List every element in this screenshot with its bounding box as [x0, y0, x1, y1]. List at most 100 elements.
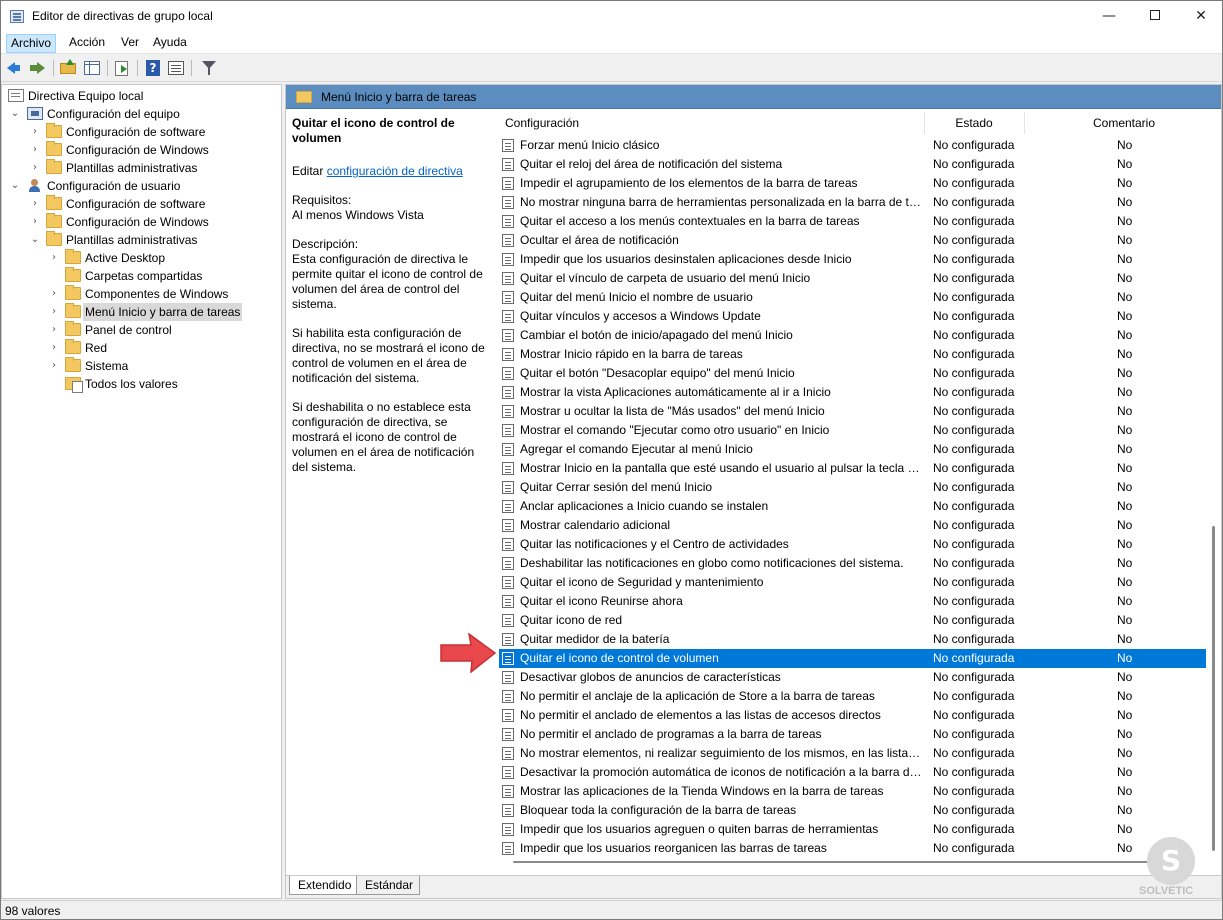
setting-comment: No — [1117, 214, 1133, 228]
scroll-thumb[interactable] — [513, 861, 1193, 863]
forward-button[interactable] — [28, 58, 48, 78]
tree-item-all-settings[interactable]: Todos los valores — [2, 375, 281, 393]
table-row[interactable]: Mostrar u ocultar la lista de "Más usado… — [499, 402, 1206, 421]
chevron-down-icon[interactable]: ⌄ — [30, 231, 40, 249]
edit-policy-link[interactable]: configuración de directiva — [327, 164, 463, 178]
table-row[interactable]: Desactivar globos de anuncios de caracte… — [499, 668, 1206, 687]
chevron-right-icon[interactable]: › — [30, 159, 40, 177]
table-row[interactable]: Quitar el icono de Seguridad y mantenimi… — [499, 573, 1206, 592]
table-row[interactable]: Agregar el comando Ejecutar al menú Inic… — [499, 440, 1206, 459]
table-row[interactable]: Mostrar la vista Aplicaciones automática… — [499, 383, 1206, 402]
table-row[interactable]: Impedir que los usuarios agreguen o quit… — [499, 820, 1206, 839]
table-row[interactable]: Ocultar el área de notificación No config… — [499, 231, 1206, 250]
tab-estandar[interactable]: Estándar — [356, 876, 421, 895]
tree-item-user-software[interactable]: › Configuración de software — [2, 195, 281, 213]
tree-item-active-desktop[interactable]: › Active Desktop — [2, 249, 281, 267]
table-row[interactable]: Quitar vínculos y accesos a Windows Upda… — [499, 307, 1206, 326]
table-row[interactable]: Quitar las notificaciones y el Centro de… — [499, 535, 1206, 554]
table-row[interactable]: No permitir el anclado de programas a la… — [499, 725, 1206, 744]
help-button[interactable]: ? — [143, 58, 163, 78]
chevron-right-icon[interactable]: › — [30, 123, 40, 141]
menu-ayuda[interactable]: Ayuda — [149, 34, 191, 53]
chevron-right-icon[interactable]: › — [49, 285, 59, 303]
table-row[interactable]: Desactivar la promoción automática de ic… — [499, 763, 1206, 782]
tree-item-computer-windows[interactable]: › Configuración de Windows — [2, 141, 281, 159]
properties-button[interactable] — [166, 58, 186, 78]
table-row[interactable]: Anclar aplicaciones a Inicio cuando se i… — [499, 497, 1206, 516]
table-row[interactable]: Cambiar el botón de inicio/apagado del m… — [499, 326, 1206, 345]
chevron-right-icon[interactable]: › — [30, 213, 40, 231]
table-row[interactable]: Quitar icono de red No configurada No — [499, 611, 1206, 630]
tree-item-windows-components[interactable]: › Componentes de Windows — [2, 285, 281, 303]
table-row[interactable]: Impedir el agrupamiento de los elementos… — [499, 174, 1206, 193]
table-row[interactable]: No permitir el anclado de elementos a la… — [499, 706, 1206, 725]
tree-item-computer-config[interactable]: ⌄ Configuración del equipo — [2, 105, 281, 123]
menu-archivo[interactable]: Archivo — [6, 34, 57, 53]
maximize-button[interactable] — [1132, 1, 1178, 32]
chevron-right-icon[interactable]: › — [49, 357, 59, 375]
setting-comment: No — [1117, 404, 1133, 418]
table-row[interactable]: Deshabilitar las notificaciones en globo… — [499, 554, 1206, 573]
table-row[interactable]: Quitar el icono Reunirse ahora No configu… — [499, 592, 1206, 611]
toolbar-separator — [191, 60, 192, 76]
table-row[interactable]: Mostrar Inicio en la pantalla que esté u… — [499, 459, 1206, 478]
policy-setting-icon — [502, 310, 514, 323]
table-row[interactable]: Mostrar el comando "Ejecutar como otro u… — [499, 421, 1206, 440]
chevron-right-icon[interactable]: › — [49, 339, 59, 357]
tree-item-label: Configuración de Windows — [66, 143, 209, 157]
tree-item-system[interactable]: › Sistema — [2, 357, 281, 375]
tree-item-label: Configuración de software — [66, 125, 206, 139]
tree-item-computer-admin-templates[interactable]: › Plantillas administrativas — [2, 159, 281, 177]
table-row[interactable]: Mostrar las aplicaciones de la Tienda Wi… — [499, 782, 1206, 801]
chevron-down-icon[interactable]: ⌄ — [10, 177, 20, 195]
table-row[interactable]: Bloquear toda la configuración de la bar… — [499, 801, 1206, 820]
tree-item-root[interactable]: Directiva Equipo local — [2, 87, 281, 105]
chevron-down-icon[interactable]: ⌄ — [10, 105, 20, 123]
table-row[interactable]: Quitar el reloj del área de notificación… — [499, 155, 1206, 174]
tree-item-user-windows[interactable]: › Configuración de Windows — [2, 213, 281, 231]
table-row[interactable]: Quitar el icono de control de volumen No … — [499, 649, 1206, 668]
tab-extendido[interactable]: Extendido — [289, 876, 359, 895]
column-header-estado[interactable]: Estado — [924, 110, 1024, 136]
policy-setting-icon — [502, 652, 514, 665]
tree-item-user-config[interactable]: ⌄ Configuración de usuario — [2, 177, 281, 195]
chevron-right-icon[interactable]: › — [49, 249, 59, 267]
tree-item-start-menu-taskbar[interactable]: › Menú Inicio y barra de tareas — [2, 303, 281, 321]
menu-ver[interactable]: Ver — [117, 34, 143, 53]
table-row[interactable]: Quitar el acceso a los menús contextuale… — [499, 212, 1206, 231]
vertical-scrollbar[interactable] — [1207, 110, 1221, 855]
show-hide-tree-button[interactable] — [82, 58, 102, 78]
column-header-configuracion[interactable]: Configuración — [499, 110, 924, 136]
table-row[interactable]: Quitar el botón "Desacoplar equipo" del … — [499, 364, 1206, 383]
back-button[interactable] — [5, 58, 25, 78]
table-row[interactable]: No mostrar ninguna barra de herramientas… — [499, 193, 1206, 212]
table-row[interactable]: Forzar menú Inicio clásico No configurada… — [499, 136, 1206, 155]
export-list-button[interactable] — [112, 58, 132, 78]
table-row[interactable]: Mostrar Inicio rápido en la barra de tar… — [499, 345, 1206, 364]
table-row[interactable]: No mostrar elementos, ni realizar seguim… — [499, 744, 1206, 763]
tree-item-computer-software[interactable]: › Configuración de software — [2, 123, 281, 141]
menu-accion[interactable]: Acción — [65, 34, 109, 53]
chevron-right-icon[interactable]: › — [30, 195, 40, 213]
table-row[interactable]: Quitar Cerrar sesión del menú Inicio No c… — [499, 478, 1206, 497]
chevron-right-icon[interactable]: › — [49, 303, 59, 321]
tree-item-control-panel[interactable]: › Panel de control — [2, 321, 281, 339]
filter-button[interactable] — [199, 58, 219, 78]
scroll-thumb[interactable] — [1212, 526, 1215, 851]
tree-item-user-admin-templates[interactable]: ⌄ Plantillas administrativas — [2, 231, 281, 249]
table-row[interactable]: Quitar el vínculo de carpeta de usuario … — [499, 269, 1206, 288]
tree-item-shared-folders[interactable]: Carpetas compartidas — [2, 267, 281, 285]
table-row[interactable]: Quitar del menú Inicio el nombre de usua… — [499, 288, 1206, 307]
up-level-button[interactable] — [58, 58, 78, 78]
close-button[interactable]: ✕ — [1178, 1, 1222, 32]
table-row[interactable]: No permitir el anclaje de la aplicación … — [499, 687, 1206, 706]
minimize-button[interactable]: — — [1086, 1, 1132, 32]
table-row[interactable]: Impedir que los usuarios desinstalen apl… — [499, 250, 1206, 269]
tree-item-network[interactable]: › Red — [2, 339, 281, 357]
column-header-comentario[interactable]: Comentario — [1024, 110, 1221, 136]
horizontal-scrollbar[interactable] — [499, 855, 1206, 869]
chevron-right-icon[interactable]: › — [49, 321, 59, 339]
table-row[interactable]: Mostrar calendario adicional No configura… — [499, 516, 1206, 535]
table-row[interactable]: Quitar medidor de la batería No configura… — [499, 630, 1206, 649]
chevron-right-icon[interactable]: › — [30, 141, 40, 159]
